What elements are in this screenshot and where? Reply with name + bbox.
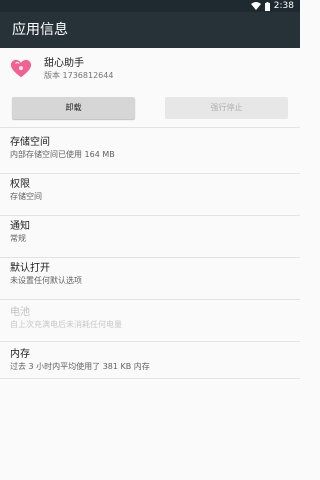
setting-title: 存储空间 xyxy=(10,137,50,148)
app-name: 甜心助手 xyxy=(44,58,84,69)
setting-summary: 未设置任何默认选项 xyxy=(10,276,82,285)
setting-permissions[interactable]: 权限 存储空间 xyxy=(0,174,300,214)
divider xyxy=(0,341,300,342)
status-bar: 2:38 xyxy=(0,0,300,12)
force-stop-button[interactable]: 强行停止 xyxy=(165,97,288,119)
setting-title: 通知 xyxy=(10,221,30,232)
app-version: 版本 1736812644 xyxy=(44,71,114,80)
setting-title: 权限 xyxy=(10,179,30,190)
setting-open-by-default[interactable]: 默认打开 未设置任何默认选项 xyxy=(0,258,300,298)
setting-storage[interactable]: 存储空间 内部存储空间已使用 164 MB xyxy=(0,132,300,172)
uninstall-button[interactable]: 卸载 xyxy=(12,97,135,119)
setting-summary: 内部存储空间已使用 164 MB xyxy=(10,150,115,159)
setting-summary: 过去 3 小时内平均使用了 381 KB 内存 xyxy=(10,362,150,371)
battery-icon xyxy=(264,1,270,11)
setting-summary: 自上次充满电后未消耗任何电量 xyxy=(10,320,122,329)
divider xyxy=(0,299,300,300)
setting-title: 内存 xyxy=(10,349,30,360)
setting-title: 默认打开 xyxy=(10,263,50,274)
app-header: 甜心助手 版本 1736812644 xyxy=(0,48,300,92)
setting-summary: 常规 xyxy=(10,234,26,243)
page-title: 应用信息 xyxy=(12,22,68,38)
setting-title: 电池 xyxy=(10,307,30,318)
status-time: 2:38 xyxy=(273,1,294,11)
heart-icon xyxy=(10,59,32,78)
wifi-icon xyxy=(250,2,261,10)
app-bar: 应用信息 xyxy=(0,12,300,48)
divider xyxy=(0,378,300,379)
setting-battery: 电池 自上次充满电后未消耗任何电量 xyxy=(0,302,300,342)
divider xyxy=(0,127,300,128)
setting-notifications[interactable]: 通知 常规 xyxy=(0,216,300,256)
setting-summary: 存储空间 xyxy=(10,192,42,201)
